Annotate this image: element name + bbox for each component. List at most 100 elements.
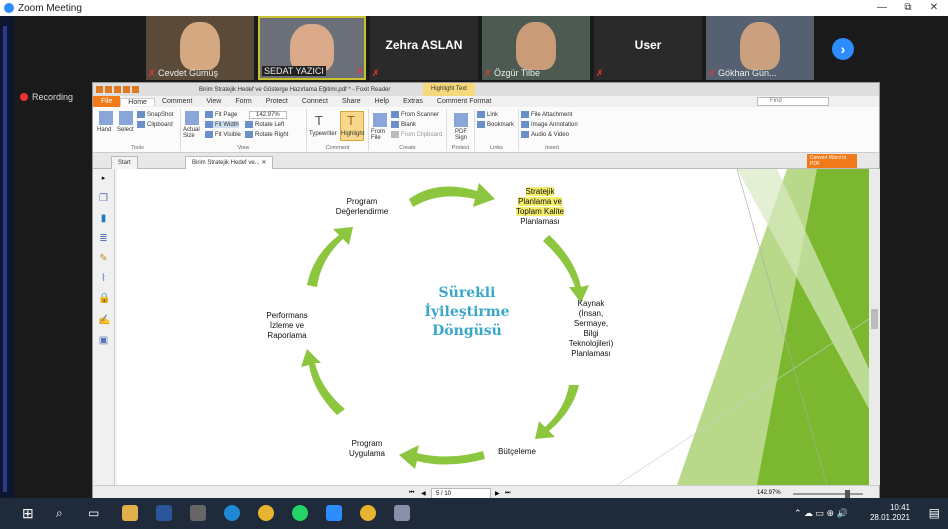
calculator-icon[interactable]: [190, 505, 206, 521]
convert-word-to-pdf-button[interactable]: Convert Word to PDF: [807, 154, 857, 168]
scrollbar-thumb[interactable]: [871, 309, 878, 329]
blank-page-icon: [391, 121, 399, 128]
zoom-icon[interactable]: [326, 505, 342, 521]
menu-share[interactable]: Share: [335, 98, 368, 105]
pages-icon[interactable]: ❐: [98, 193, 109, 204]
previous-page-icon[interactable]: ◀: [421, 490, 426, 497]
bookmarks-icon[interactable]: ▮: [98, 213, 109, 224]
next-participants-button[interactable]: ›: [832, 38, 854, 60]
blank-button[interactable]: Blank: [391, 121, 416, 128]
insert-group-label: Insert: [545, 145, 559, 151]
paint-icon[interactable]: [394, 505, 410, 521]
menu-comment[interactable]: Comment: [155, 98, 199, 105]
notification-icon[interactable]: ▤: [929, 506, 940, 520]
first-page-icon[interactable]: ⏮: [409, 490, 414, 497]
from-scanner-button[interactable]: From Scanner: [391, 111, 439, 118]
participant-name: Cevdet Gümüş: [158, 68, 219, 78]
image-annotation-button[interactable]: Image Annotation: [521, 121, 578, 128]
link-button[interactable]: Link: [477, 111, 498, 118]
menu-extras[interactable]: Extras: [396, 98, 430, 105]
chrome-profile-icon[interactable]: [360, 505, 376, 521]
fit-visible-button[interactable]: Fit Visible: [205, 131, 241, 138]
minimize-button[interactable]: —: [868, 0, 896, 16]
close-button[interactable]: ✕: [920, 0, 948, 16]
participant-tile[interactable]: Zehra ASLAN ✗: [370, 16, 478, 80]
layers-icon[interactable]: ≣: [98, 233, 109, 244]
menu-protect[interactable]: Protect: [259, 98, 295, 105]
audio-video-button[interactable]: Audio & Video: [521, 131, 569, 138]
file-explorer-icon[interactable]: [122, 505, 138, 521]
restore-button[interactable]: ⧉: [894, 0, 922, 16]
security-lock-icon[interactable]: 🔒: [98, 293, 110, 304]
system-tray-icons[interactable]: ⌃ ☁ ▭ ⊕ 🔊: [794, 508, 848, 519]
links-group-label: Links: [490, 145, 503, 151]
comments-icon[interactable]: ✎: [98, 253, 109, 264]
select-button[interactable]: Select: [117, 127, 134, 133]
edge-icon[interactable]: [224, 505, 240, 521]
clipboard-button[interactable]: Clipboard: [137, 121, 173, 128]
find-input[interactable]: Find: [757, 97, 829, 106]
menu-help[interactable]: Help: [368, 98, 396, 105]
rotate-left-button[interactable]: Rotate Left: [245, 121, 284, 128]
task-view-icon[interactable]: ▭: [88, 505, 104, 521]
zoom-slider-thumb[interactable]: [845, 490, 850, 498]
pdf-sign-button[interactable]: PDF Sign: [451, 129, 471, 141]
stage-line: (İnsan,: [578, 309, 604, 318]
participant-strip: ✗ Cevdet Gümüş SEDAT YAZICI ✗ Zehra ASLA…: [140, 16, 900, 80]
highlight-button[interactable]: Highlight: [341, 131, 364, 137]
menu-home[interactable]: Home: [120, 97, 155, 106]
bookmark-button[interactable]: Bookmark: [477, 121, 514, 128]
highlight-text-context-tab[interactable]: Highlight Text: [423, 83, 475, 96]
tab-document[interactable]: Birim Stratejik Hedef ve... ✕: [185, 156, 274, 169]
menu-view[interactable]: View: [199, 98, 228, 105]
quick-access-toolbar[interactable]: [96, 86, 139, 93]
from-file-button[interactable]: From File: [371, 129, 387, 141]
whatsapp-icon[interactable]: [292, 505, 308, 521]
search-icon[interactable]: ⌕: [56, 505, 72, 521]
menu-form[interactable]: Form: [228, 98, 258, 105]
next-page-icon[interactable]: ▶: [495, 490, 500, 497]
fit-visible-icon: [205, 131, 213, 138]
participant-tile[interactable]: ✗ Özgür Tilbe: [482, 16, 590, 80]
recording-dot-icon: [20, 93, 28, 101]
paperclip-icon: [521, 111, 529, 118]
hand-icon: [99, 111, 113, 125]
content-icon[interactable]: ▣: [98, 335, 109, 346]
menu-file[interactable]: File: [93, 96, 121, 107]
signature-icon[interactable]: ✍: [98, 315, 110, 326]
vertical-scrollbar[interactable]: [869, 169, 880, 485]
zoom-select[interactable]: 142.97%: [249, 111, 287, 119]
fit-page-button[interactable]: Fit Page: [205, 111, 237, 118]
participant-tile[interactable]: ✗ Gökhan Gün...: [706, 16, 814, 80]
last-page-icon[interactable]: ⏭: [505, 490, 510, 497]
word-icon[interactable]: [156, 505, 172, 521]
tab-start[interactable]: Start: [111, 156, 138, 169]
actual-size-icon: [185, 111, 199, 125]
menu-connect[interactable]: Connect: [295, 98, 335, 105]
close-tab-icon[interactable]: ✕: [261, 160, 266, 166]
stage-line: Program: [346, 197, 378, 206]
rotate-left-icon: [245, 121, 253, 128]
actual-size-button[interactable]: Actual Size: [183, 127, 203, 139]
rotate-right-button[interactable]: Rotate Right: [245, 131, 288, 138]
participant-tile[interactable]: ✗ Cevdet Gümüş: [146, 16, 254, 80]
attachments-icon[interactable]: ⌇: [98, 273, 109, 284]
zoom-slider[interactable]: [793, 493, 863, 495]
from-clipboard-button[interactable]: From Clipboard: [391, 131, 442, 138]
chrome-icon[interactable]: [258, 505, 274, 521]
file-attachment-button[interactable]: File Attachment: [521, 111, 572, 118]
rotate-right-label: Rotate Right: [255, 132, 289, 139]
menu-comment-format[interactable]: Comment Format: [430, 98, 498, 105]
clock[interactable]: 10:41 28.01.2021: [870, 503, 910, 523]
typewriter-button[interactable]: Typewriter: [309, 131, 337, 137]
hand-button[interactable]: Hand: [97, 127, 111, 133]
snapshot-button[interactable]: SnapShot: [137, 111, 173, 118]
participant-tile-active-speaker[interactable]: SEDAT YAZICI ✗: [258, 16, 366, 80]
start-button[interactable]: ⊞: [22, 505, 38, 521]
clipboard-icon: [391, 131, 399, 138]
fit-width-button[interactable]: Fit Width: [205, 121, 239, 129]
expand-panel-icon[interactable]: ▸: [98, 173, 109, 184]
zoom-percentage[interactable]: 142.97%: [757, 490, 781, 496]
participant-name: SEDAT YAZICI: [262, 66, 326, 76]
participant-tile[interactable]: User ✗: [594, 16, 702, 80]
